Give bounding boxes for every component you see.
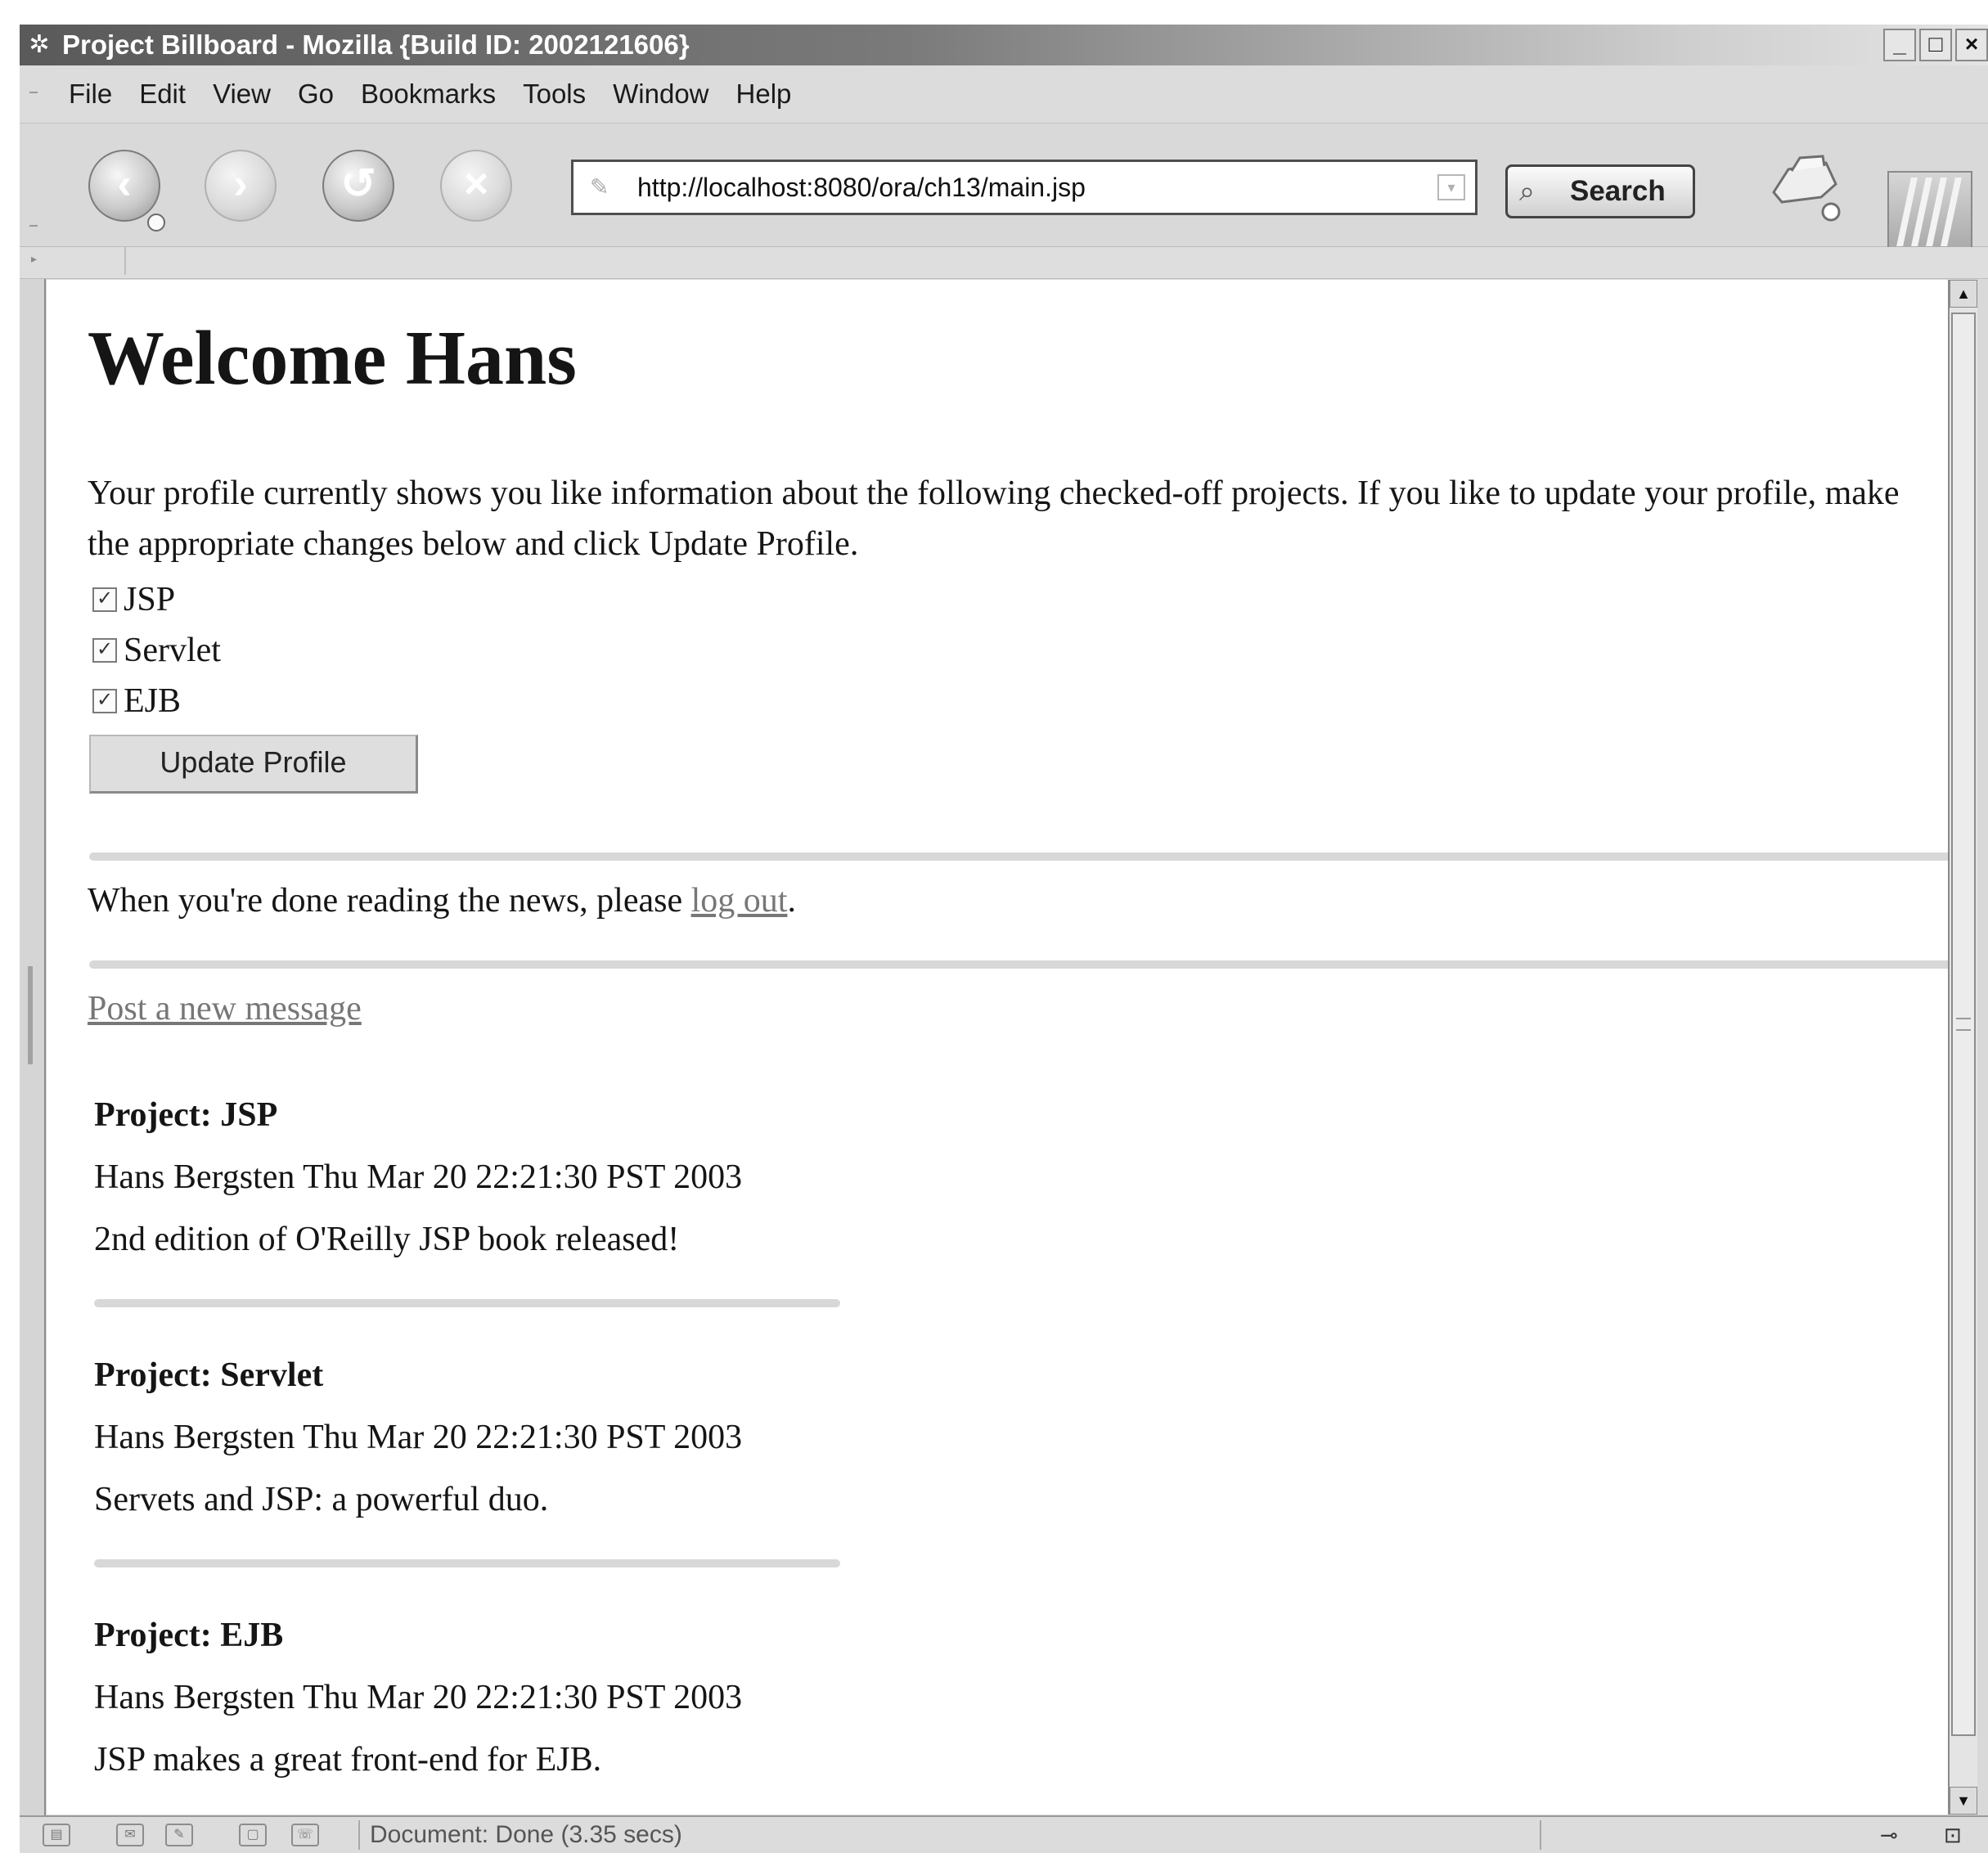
scrollbar-thumb-grip [1956,1018,1971,1031]
status-bar: ▤ ✉ ✎ ▢ ☏ Document: Done (3.35 secs) ⊸ ⊡ [20,1815,1988,1853]
menu-grip-handle[interactable] [29,92,38,98]
status-separator [1540,1820,1541,1850]
menu-go[interactable]: Go [298,79,334,110]
sidebar-grip-handle[interactable] [28,966,33,1064]
chat-icon[interactable]: ☏ [291,1824,319,1846]
page-content: Welcome Hans Your profile currently show… [47,280,1977,1815]
url-text[interactable]: http://localhost:8080/ora/ch13/main.jsp [637,162,1086,213]
url-bar[interactable]: ✎ http://localhost:8080/ora/ch13/main.js… [571,160,1478,215]
search-button[interactable]: ⌕ Search [1505,164,1695,218]
expand-arrow-icon: ▸ [31,252,38,265]
maximize-button[interactable]: □ [1919,29,1952,61]
sidebar-grip[interactable] [20,279,46,1815]
mail-icon[interactable]: ✉ [116,1824,144,1846]
checkbox-ejb[interactable]: ✓ [92,689,117,713]
message-meta: Hans Bergsten Thu Mar 20 22:21:30 PST 20… [94,1419,743,1456]
message-project: Project: JSP [94,1096,278,1134]
menu-edit[interactable]: Edit [139,79,186,110]
checkbox-label-jsp: JSP [124,581,176,618]
menu-items: File Edit View Go Bookmarks Tools Window… [69,65,791,123]
reload-button[interactable]: ↺ [322,150,394,222]
mozilla-logo[interactable] [1887,171,1972,253]
vertical-scrollbar[interactable]: ▲ ▼ [1948,280,1977,1815]
page-title: Welcome Hans [88,316,577,401]
search-label: Search [1570,175,1666,207]
message-body: 2nd edition of O'Reilly JSP book release… [94,1221,680,1258]
checkbox-jsp[interactable]: ✓ [92,587,117,612]
logout-prefix: When you're done reading the news, pleas… [88,882,691,920]
back-arrow-icon: ‹ [117,160,132,208]
post-new-message-link[interactable]: Post a new message [88,983,362,1034]
message-body: JSP makes a great front-end for EJB. [94,1741,602,1779]
message-divider [94,1299,840,1307]
navigation-toolbar: ‹ › ↺ × ✎ http://localhost:8080/ora/ch13… [20,124,1988,253]
logout-link[interactable]: log out [691,882,788,920]
search-icon: ⌕ [1519,176,1536,207]
address-book-icon[interactable]: ▢ [239,1824,267,1846]
title-bar: ✲ Project Billboard - Mozilla {Build ID:… [20,25,1988,65]
checkbox-label-ejb: EJB [124,682,182,720]
scroll-down-button[interactable]: ▼ [1950,1787,1977,1815]
menu-help[interactable]: Help [736,79,792,110]
url-history-dropdown[interactable]: ▾ [1437,174,1465,200]
printer-icon[interactable] [1764,155,1846,225]
message-meta: Hans Bergsten Thu Mar 20 22:21:30 PST 20… [94,1679,743,1716]
reload-icon: ↺ [340,160,376,208]
browser-window: ✲ Project Billboard - Mozilla {Build ID:… [20,25,1988,1853]
menu-bookmarks[interactable]: Bookmarks [361,79,496,110]
toolbar-grip-handle[interactable] [29,225,38,232]
menu-bar: File Edit View Go Bookmarks Tools Window… [20,65,1988,124]
window-controls: _ □ × [1880,29,1988,61]
forward-arrow-icon: › [233,160,248,208]
message-project: Project: Servlet [94,1356,324,1394]
menu-view[interactable]: View [213,79,271,110]
online-status-icon[interactable]: ⊸ [1880,1822,1898,1848]
back-history-dropdown[interactable] [147,214,165,232]
project-checkbox-row: ✓ EJB [88,677,181,725]
status-separator [358,1820,360,1850]
close-button[interactable]: × [1955,29,1988,61]
composer-icon[interactable]: ✎ [165,1824,193,1846]
divider [89,960,1959,969]
checkbox-label-servlet: Servlet [124,632,221,669]
personal-toolbar: ▸ [20,247,1988,279]
divider [89,852,1959,861]
menu-file[interactable]: File [69,79,112,110]
logout-line: When you're done reading the news, pleas… [88,875,796,926]
message-body: Servets and JSP: a powerful duo. [94,1481,549,1518]
mozilla-app-icon: ✲ [29,31,50,58]
forward-button[interactable]: › [205,150,277,222]
window-title: Project Billboard - Mozilla {Build ID: 2… [62,29,690,60]
page-proxy-icon: ✎ [590,174,609,200]
message-project: Project: EJB [94,1617,284,1654]
minimize-button[interactable]: _ [1883,29,1916,61]
profile-intro: Your profile currently shows you like in… [88,474,1900,563]
menu-tools[interactable]: Tools [523,79,586,110]
logout-suffix: . [787,882,796,920]
checkbox-servlet[interactable]: ✓ [92,638,117,663]
message-divider [94,1559,840,1567]
update-profile-button[interactable]: Update Profile [89,735,418,794]
scrollbar-thumb[interactable] [1951,313,1976,1736]
stop-icon: × [463,160,489,208]
menu-window[interactable]: Window [613,79,708,110]
project-checkbox-row: ✓ Servlet [88,627,221,674]
status-text: Document: Done (3.35 secs) [370,1821,682,1848]
stop-button[interactable]: × [440,150,512,222]
security-lock-icon[interactable]: ⊡ [1944,1822,1962,1848]
message-meta: Hans Bergsten Thu Mar 20 22:21:30 PST 20… [94,1158,743,1196]
toolbar-collapse-tab[interactable]: ▸ [20,247,126,275]
navigator-icon[interactable]: ▤ [43,1824,70,1846]
scroll-up-button[interactable]: ▲ [1950,280,1977,308]
back-button[interactable]: ‹ [88,150,160,222]
project-checkbox-row: ✓ JSP [88,576,175,623]
